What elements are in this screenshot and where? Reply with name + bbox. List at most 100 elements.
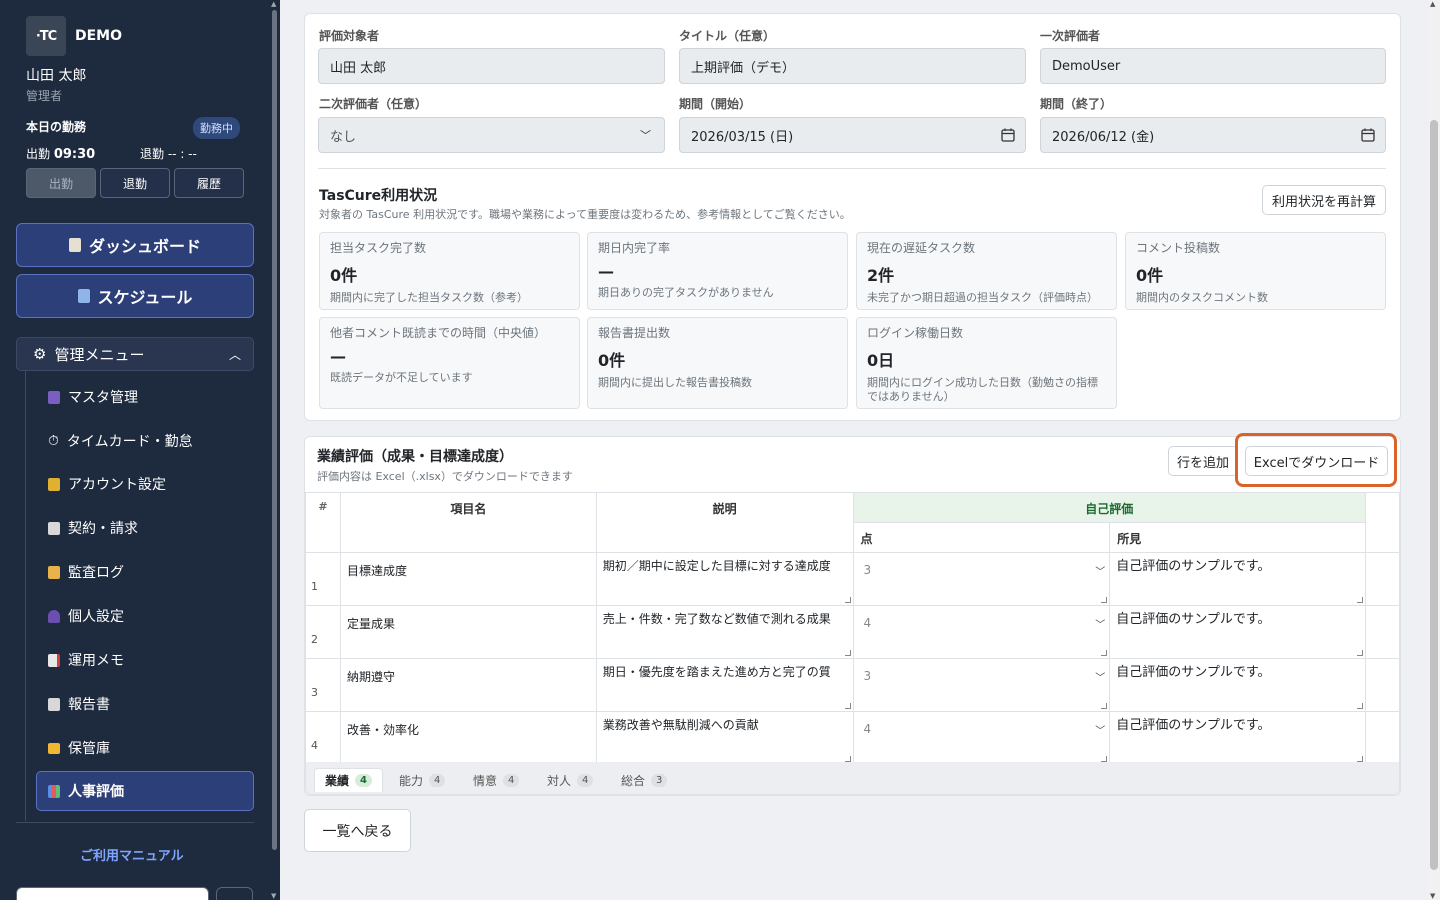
second-evaluator-select[interactable]: なし ﹀ xyxy=(318,117,665,153)
menu-item-personal[interactable]: 個人設定 xyxy=(48,606,124,626)
admin-menu-toggle[interactable]: ⚙ 管理メニュー ︿ xyxy=(16,337,254,371)
item-description[interactable]: 期日・優先度を踏まえた進め方と完了の質 xyxy=(597,659,853,711)
end-date-field[interactable]: 2026/06/12 (金) xyxy=(1040,117,1386,153)
dashboard-button[interactable]: ダッシュボード xyxy=(16,223,254,267)
schedule-button[interactable]: スケジュール xyxy=(16,274,254,318)
scroll-up-icon[interactable]: ▲ xyxy=(1430,0,1435,8)
clock-in-time: 09:30 xyxy=(53,147,96,162)
col-header-extra xyxy=(1365,492,1400,553)
sidebar-scroll-thumb[interactable] xyxy=(272,10,277,850)
resize-grip-icon[interactable] xyxy=(844,597,851,603)
menu-item-master[interactable]: マスタ管理 xyxy=(48,387,138,407)
user-name: 山田 太郎 xyxy=(26,68,87,84)
add-row-button[interactable]: 行を追加 xyxy=(1168,446,1238,476)
calendar-icon[interactable] xyxy=(1001,128,1015,142)
tab-label: 総合 xyxy=(621,773,646,788)
tab-count-badge: 4 xyxy=(577,773,594,787)
item-description[interactable]: 期初／期中に設定した目標に対する達成度 xyxy=(597,553,853,605)
log-icon xyxy=(48,565,60,579)
manual-link[interactable]: ご利用マニュアル xyxy=(80,845,184,864)
chevron-down-icon: ﹀ xyxy=(640,129,651,142)
item-name[interactable]: 目標達成度 xyxy=(341,553,596,605)
score-select[interactable]: 3 ﹀ xyxy=(854,659,1110,711)
sidebar: ·TC DEMO 山田 太郎 管理者 本日の勤務 勤務中 出勤 09:30 退勤… xyxy=(0,0,280,900)
sidebar-scrollbar[interactable]: ▲ ▼ xyxy=(270,0,280,900)
start-date-value: 2026/03/15 (日) xyxy=(691,129,794,145)
page-scroll-thumb[interactable] xyxy=(1430,120,1438,870)
scroll-down-icon[interactable]: ▼ xyxy=(1430,892,1435,900)
resize-grip-icon[interactable] xyxy=(1101,597,1108,603)
resize-grip-icon[interactable] xyxy=(1357,703,1364,709)
stat-title: 現在の遅延タスク数 xyxy=(867,241,976,255)
item-name[interactable]: 改善・効率化 xyxy=(341,712,596,764)
history-button[interactable]: 履歴 xyxy=(174,168,244,198)
menu-item-memo[interactable]: 運用メモ xyxy=(48,650,124,670)
schedule-label: スケジュール xyxy=(97,288,193,307)
stat-value: 0件 xyxy=(1136,266,1164,285)
sidebar-bottom-input[interactable] xyxy=(16,887,209,900)
resize-grip-icon[interactable] xyxy=(1101,650,1108,656)
first-evaluator-label: 一次評価者 xyxy=(1040,29,1101,43)
recalc-button[interactable]: 利用状況を再計算 xyxy=(1262,185,1386,215)
resize-grip-icon[interactable] xyxy=(844,703,851,709)
menu-item-report[interactable]: 報告書 xyxy=(48,694,110,714)
back-to-list-button[interactable]: 一覧へ戻る xyxy=(304,809,411,852)
person-icon xyxy=(48,609,60,623)
comment-textarea[interactable]: 自己評価のサンプルです。 xyxy=(1110,659,1365,711)
menu-item-hr-eval[interactable]: 人事評価 xyxy=(48,781,124,801)
menu-item-label: 個人設定 xyxy=(68,609,124,625)
clipboard-icon xyxy=(68,238,81,252)
target-field[interactable]: 山田 太郎 xyxy=(318,48,665,84)
stat-card: 担当タスク完了数 0件 期間内に完了した担当タスク数（参考） xyxy=(319,232,580,310)
sidebar-bottom-button[interactable] xyxy=(216,887,253,900)
item-description[interactable]: 業務改善や無駄削減への貢献 xyxy=(597,712,853,764)
item-description[interactable]: 売上・件数・完了数など数値で測れる成果 xyxy=(597,606,853,658)
score-select[interactable]: 4 ﹀ xyxy=(854,712,1110,764)
second-evaluator-label: 二次評価者（任意） xyxy=(319,97,428,111)
stat-desc: 既読データが不足しています xyxy=(330,371,473,384)
chevron-up-icon: ︿ xyxy=(228,348,241,362)
scroll-down-icon[interactable]: ▼ xyxy=(271,892,276,900)
calendar-icon xyxy=(77,289,90,303)
item-name[interactable]: 納期遵守 xyxy=(341,659,596,711)
resize-grip-icon[interactable] xyxy=(1357,650,1364,656)
tab-attitude[interactable]: 情意 4 xyxy=(463,768,529,792)
row-number: 3 xyxy=(305,658,341,712)
resize-grip-icon[interactable] xyxy=(1357,597,1364,603)
tab-count-badge: 4 xyxy=(355,774,372,787)
tab-performance[interactable]: 業績 4 xyxy=(314,768,383,792)
stat-desc: 期間内に提出した報告書投稿数 xyxy=(598,376,752,389)
comment-text: 自己評価のサンプルです。 xyxy=(1116,612,1271,627)
menu-item-vault[interactable]: 保管庫 xyxy=(48,738,110,758)
tab-count-badge: 4 xyxy=(429,773,446,787)
item-name[interactable]: 定量成果 xyxy=(341,606,596,658)
clock-out-button[interactable]: 退勤 xyxy=(100,168,170,198)
menu-item-label: 人事評価 xyxy=(68,784,124,800)
col-header-desc: 説明 xyxy=(595,492,854,553)
score-select[interactable]: 4 ﹀ xyxy=(854,606,1110,658)
score-select[interactable]: 3 ﹀ xyxy=(854,553,1110,605)
page-scrollbar[interactable]: ▲ ▼ xyxy=(1428,0,1440,900)
menu-item-audit[interactable]: 監査ログ xyxy=(48,562,124,582)
tab-overall[interactable]: 総合 3 xyxy=(611,768,677,792)
clock-in-button[interactable]: 出勤 xyxy=(26,168,96,198)
tab-interpersonal[interactable]: 対人 4 xyxy=(537,768,603,792)
stat-title: 他者コメント既読までの時間（中央値） xyxy=(330,326,547,340)
comment-textarea[interactable]: 自己評価のサンプルです。 xyxy=(1110,553,1365,605)
comment-textarea[interactable]: 自己評価のサンプルです。 xyxy=(1110,712,1365,764)
start-date-field[interactable]: 2026/03/15 (日) xyxy=(679,117,1026,153)
menu-item-account[interactable]: アカウント設定 xyxy=(48,474,166,494)
col-header-score: 点 xyxy=(852,522,1111,553)
title-field[interactable]: 上期評価（デモ） xyxy=(679,48,1026,84)
stat-card: 期日内完了率 — 期日ありの完了タスクがありません xyxy=(587,232,848,310)
resize-grip-icon[interactable] xyxy=(844,650,851,656)
menu-item-timecard[interactable]: ⏱ タイムカード・勤怠 xyxy=(48,431,193,451)
calendar-icon[interactable] xyxy=(1361,128,1375,142)
tab-ability[interactable]: 能力 4 xyxy=(389,768,455,792)
stat-title: 担当タスク完了数 xyxy=(330,241,427,255)
menu-item-contract[interactable]: 契約・請求 xyxy=(48,518,138,538)
resize-grip-icon[interactable] xyxy=(1101,703,1108,709)
scroll-up-icon[interactable]: ▲ xyxy=(271,0,276,8)
first-evaluator-field[interactable]: DemoUser xyxy=(1040,48,1386,84)
comment-textarea[interactable]: 自己評価のサンプルです。 xyxy=(1110,606,1365,658)
